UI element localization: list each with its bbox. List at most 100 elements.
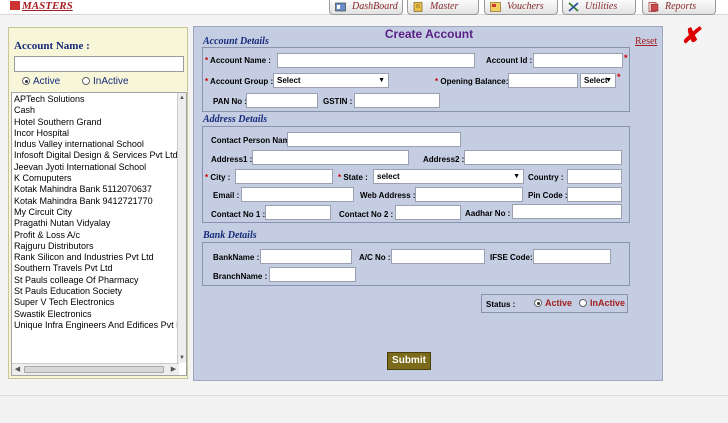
- account-list-item[interactable]: St Pauls colleage Of Pharmacy: [14, 275, 184, 286]
- account-list-item[interactable]: Rajguru Distributors: [14, 241, 184, 252]
- contact-no2-input[interactable]: [395, 205, 461, 220]
- bank-name-input[interactable]: [260, 249, 352, 264]
- ac-no-label: A/C No :: [359, 253, 391, 262]
- scroll-right-icon[interactable]: ▶: [169, 365, 178, 374]
- reports-icon: [648, 2, 659, 12]
- account-list-item[interactable]: My Circuit City: [14, 207, 184, 218]
- account-list-item[interactable]: St Pauls Education Society: [14, 286, 184, 297]
- aadhar-no-label: Aadhar No :: [465, 209, 511, 218]
- status-active-label: Active: [545, 298, 573, 308]
- utilities-icon: [568, 2, 579, 12]
- balance-type-select[interactable]: Select ▼: [580, 73, 616, 88]
- account-list-item[interactable]: Hotel Southern Grand: [14, 117, 184, 128]
- scroll-up-icon[interactable]: ▲: [178, 94, 186, 102]
- email-label: Email :: [213, 191, 240, 200]
- web-address-input[interactable]: [415, 187, 523, 202]
- branch-name-input[interactable]: [269, 267, 356, 282]
- balance-required-mark: *: [617, 72, 621, 82]
- account-list-item[interactable]: Kotak Mahindra Bank 9412721770: [14, 196, 184, 207]
- aadhar-no-input[interactable]: [512, 204, 622, 219]
- vertical-scrollbar[interactable]: ▲ ▼: [177, 93, 186, 363]
- top-nav-bar: MASTERS DashBoard Master Vouchers Utilit…: [0, 0, 728, 15]
- bottom-strip: [0, 395, 728, 423]
- nav-master[interactable]: Master: [407, 0, 479, 15]
- pan-no-label: PAN No :: [213, 97, 248, 106]
- account-group-select[interactable]: Select ▼: [273, 73, 389, 88]
- scroll-down-icon[interactable]: ▼: [178, 354, 186, 362]
- opening-balance-label: * Opening Balance:: [435, 77, 509, 86]
- dashboard-icon: [335, 2, 346, 12]
- account-list-item[interactable]: Indus Valley international School: [14, 139, 184, 150]
- submit-button[interactable]: Submit: [387, 352, 431, 370]
- pan-no-input[interactable]: [246, 93, 318, 108]
- address2-input[interactable]: [464, 150, 622, 165]
- pin-code-label: Pin Code :: [528, 191, 568, 200]
- reset-link[interactable]: Reset: [635, 36, 657, 47]
- filter-active-radio[interactable]: Active: [22, 76, 60, 87]
- master-icon: [413, 2, 423, 12]
- account-listbox[interactable]: APTech Solutions Cash Hotel Southern Grand…: [11, 92, 187, 376]
- dropdown-arrow-icon: ▼: [378, 77, 385, 84]
- nav-vouchers[interactable]: Vouchers: [484, 0, 558, 15]
- nav-vouchers-label: Vouchers: [507, 1, 544, 12]
- state-label: * State :: [338, 173, 368, 182]
- account-list-item[interactable]: Super V Tech Electronics: [14, 297, 184, 308]
- account-id-input[interactable]: [533, 53, 623, 68]
- account-list-item[interactable]: Unique Infra Engineers And Edifices Pvt …: [14, 320, 186, 331]
- account-name-label: Account Name :: [14, 40, 90, 52]
- contact-person-input[interactable]: [287, 132, 461, 147]
- filter-inactive-radio[interactable]: InActive: [82, 76, 129, 87]
- state-select[interactable]: select ▼: [373, 169, 524, 184]
- account-list-item[interactable]: Cash: [14, 105, 184, 116]
- address1-input[interactable]: [252, 150, 409, 165]
- account-list-item[interactable]: APTech Solutions: [14, 94, 184, 105]
- account-list: APTech Solutions Cash Hotel Southern Grand…: [12, 93, 186, 332]
- email-input[interactable]: [241, 187, 354, 202]
- contact-no1-input[interactable]: [265, 205, 331, 220]
- close-icon[interactable]: ✘: [681, 24, 699, 48]
- radio-empty-icon: [579, 299, 587, 307]
- scroll-thumb[interactable]: [24, 366, 164, 373]
- bank-details-heading: Bank Details: [203, 230, 257, 241]
- nav-dashboard[interactable]: DashBoard: [329, 0, 403, 15]
- masters-label: MASTERS: [22, 0, 73, 12]
- ifse-code-input[interactable]: [533, 249, 611, 264]
- contact-person-label: Contact Person Name:: [211, 136, 297, 145]
- scroll-left-icon[interactable]: ◀: [13, 365, 22, 374]
- account-list-item[interactable]: Rank Silicon and Industries Pvt Ltd: [14, 252, 184, 263]
- nav-reports-label: Reports: [665, 1, 697, 12]
- account-list-panel: Account Name : Active InActive APTech So…: [8, 27, 188, 379]
- account-id-required-mark: *: [624, 53, 628, 63]
- account-list-item[interactable]: Kotak Mahindra Bank 5112070637: [14, 184, 184, 195]
- city-input[interactable]: [235, 169, 333, 184]
- account-list-item[interactable]: K Comuputers: [14, 173, 184, 184]
- status-inactive-radio[interactable]: InActive: [579, 298, 625, 308]
- account-list-item[interactable]: Incor Hospital: [14, 128, 184, 139]
- account-list-item[interactable]: Swastik Electronics: [14, 309, 184, 320]
- horizontal-scrollbar[interactable]: ◀ ▶: [12, 363, 179, 375]
- gstin-input[interactable]: [354, 93, 440, 108]
- account-search-input[interactable]: [14, 56, 184, 72]
- radio-selected-icon: [534, 299, 542, 307]
- account-list-item[interactable]: Jeevan Jyoti International School: [14, 162, 184, 173]
- contact-no2-label: Contact No 2 :: [339, 210, 394, 219]
- account-list-item[interactable]: Infosoft Digital Design & Services Pvt L…: [14, 150, 184, 161]
- ac-no-input[interactable]: [391, 249, 485, 264]
- pin-code-input[interactable]: [567, 187, 622, 202]
- nav-reports[interactable]: Reports: [642, 0, 716, 15]
- account-list-item[interactable]: Profit & Loss A/c: [14, 230, 184, 241]
- account-list-item[interactable]: Pragathi Nutan Vidyalay: [14, 218, 184, 229]
- status-inactive-label: InActive: [590, 298, 626, 308]
- account-name-input[interactable]: [277, 53, 475, 68]
- masters-logo-icon: [10, 1, 20, 10]
- nav-utilities[interactable]: Utilities: [562, 0, 636, 15]
- opening-balance-input[interactable]: [508, 73, 578, 88]
- country-input[interactable]: [567, 169, 622, 184]
- status-active-radio[interactable]: Active: [534, 298, 572, 308]
- account-list-item[interactable]: Southern Travels Pvt Ltd: [14, 263, 184, 274]
- address-details-heading: Address Details: [203, 114, 268, 125]
- masters-link[interactable]: MASTERS: [10, 0, 73, 12]
- create-account-form: Create Account Account Details * Account…: [193, 26, 663, 381]
- country-label: Country :: [528, 173, 564, 182]
- address1-label: Address1 :: [211, 155, 253, 164]
